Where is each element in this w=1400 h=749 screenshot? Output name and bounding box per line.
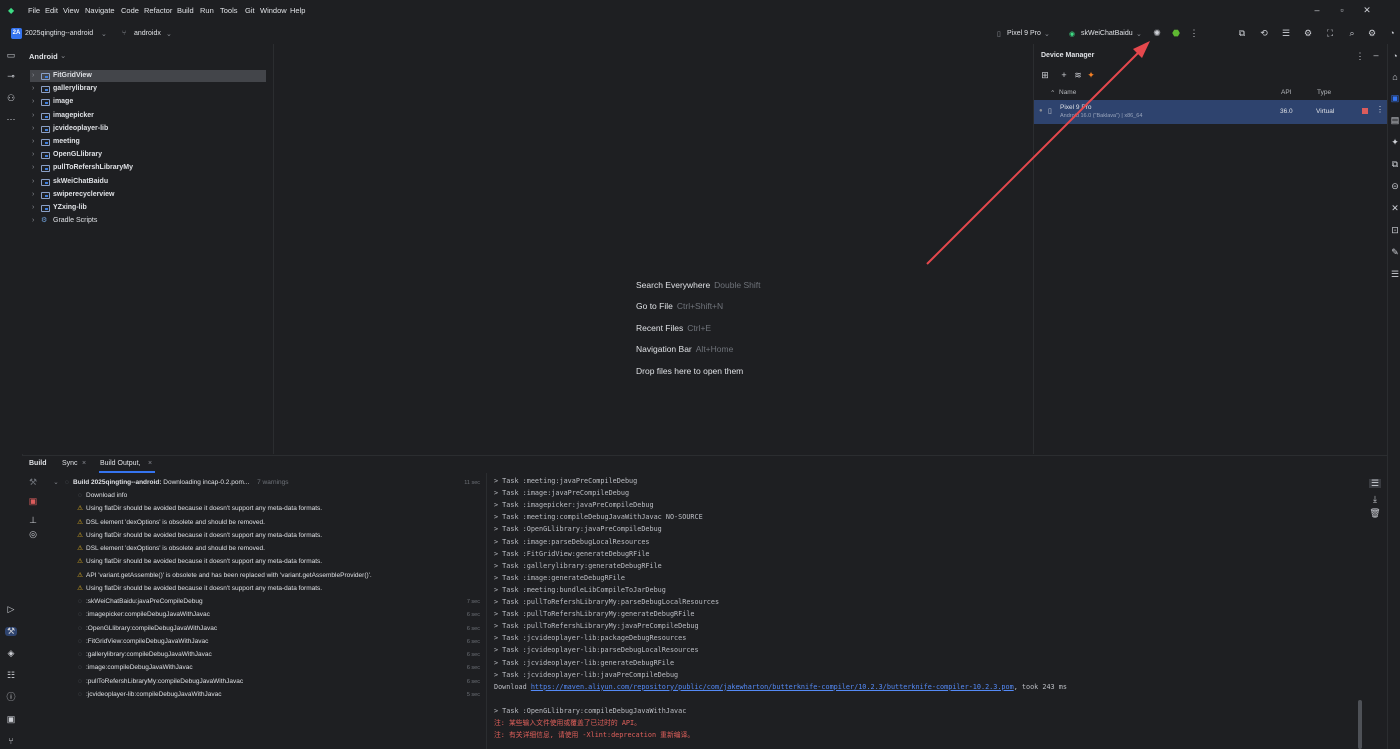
annotation-arrow-line — [926, 47, 1144, 265]
annotation-arrow — [926, 41, 1150, 265]
